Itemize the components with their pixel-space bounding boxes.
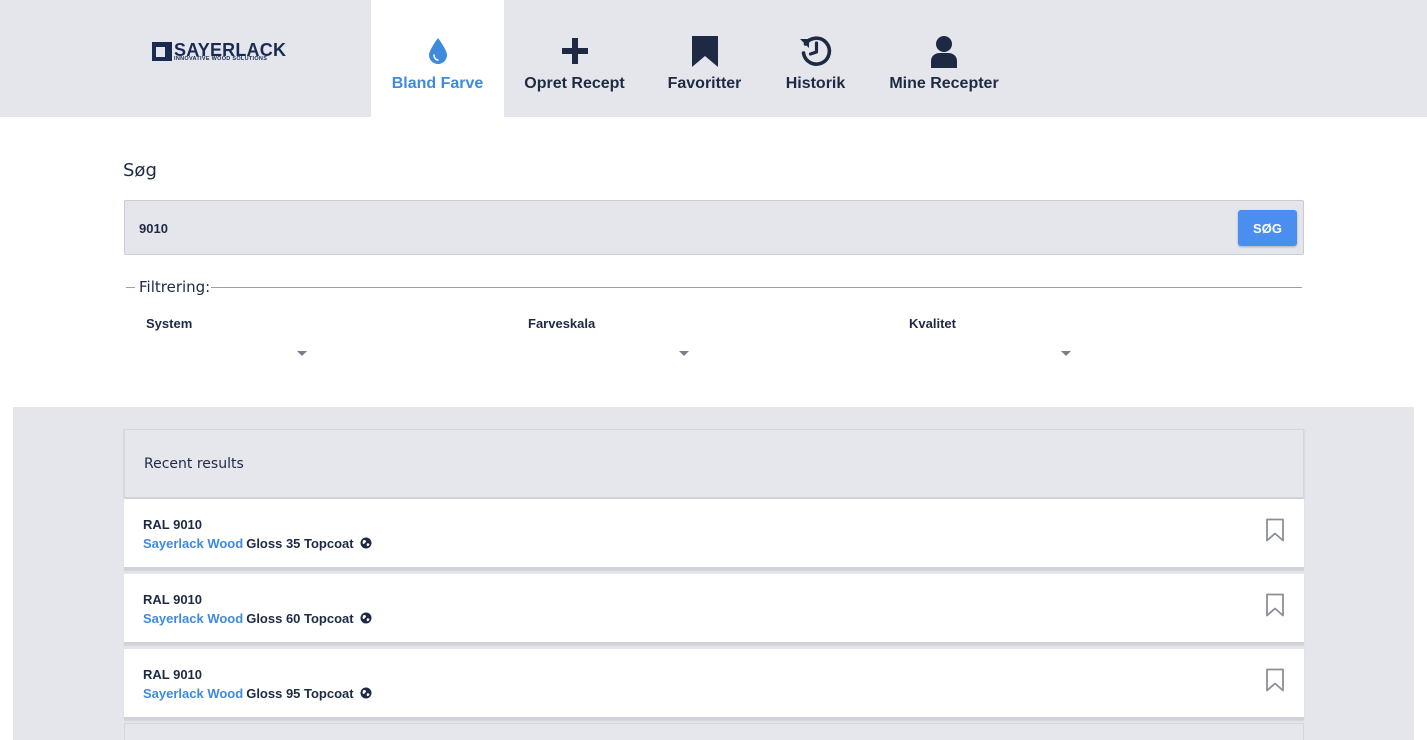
result-product: Gloss 60 Topcoat [246,611,354,626]
result-product: Gloss 35 Topcoat [246,536,354,551]
results-title: Recent results [144,456,244,472]
farveskala-select[interactable] [525,336,691,362]
filter-legend: Filtrering: [138,278,212,296]
search-button[interactable]: SØG [1238,210,1297,246]
tab-label: Historik [785,75,846,92]
result-product-line: Sayerlack Wood Gloss 60 Topcoat [143,611,372,626]
result-color-code: RAL 9010 [143,592,203,607]
tab-bland-farve[interactable]: Bland Farve [371,0,504,117]
tab-label: Bland Farve [391,75,484,92]
caret-down-icon [297,351,307,356]
filter-divider [126,287,135,288]
result-brand: Sayerlack Wood [143,686,244,701]
logo-mark-icon [152,42,172,61]
search-input[interactable] [139,218,1039,238]
caret-down-icon [679,351,689,356]
tab-opret-recept[interactable]: Opret Recept [516,0,633,117]
result-product-line: Sayerlack Wood Gloss 95 Topcoat [143,686,372,701]
bookmark-outline-icon[interactable] [1265,668,1285,692]
logo-tagline: INNOVATIVE WOOD SOLUTIONS [174,56,268,62]
plus-icon [561,38,588,64]
results-header: Recent results [124,429,1304,498]
result-product: Gloss 95 Topcoat [246,686,354,701]
globe-icon [360,612,372,624]
tab-label: Mine Recepter [889,75,999,92]
search-box: SØG [124,200,1304,255]
filter-divider [210,287,1302,288]
filter-label-kvalitet: Kvalitet [909,316,956,331]
result-brand: Sayerlack Wood [143,611,244,626]
tab-label: Opret Recept [524,75,625,92]
tab-favoritter[interactable]: Favoritter [660,0,749,117]
kvalitet-select[interactable] [907,336,1073,362]
bookmark-outline-icon[interactable] [1265,518,1285,542]
tab-mine-recepter[interactable]: Mine Recepter [882,0,1006,117]
top-header: SAYERLACK INNOVATIVE WOOD SOLUTIONS Blan… [0,0,1427,117]
filter-label-farveskala: Farveskala [528,316,596,331]
result-color-code: RAL 9010 [143,517,203,532]
drop-icon [428,38,447,64]
tab-historik[interactable]: Historik [780,0,851,117]
bookmark-icon [691,36,718,67]
result-brand: Sayerlack Wood [143,536,244,551]
search-title: Søg [123,160,157,181]
results-footer-card [124,723,1304,740]
tab-label: Favoritter [667,75,742,92]
system-select[interactable] [143,336,309,362]
result-row[interactable]: RAL 9010 Sayerlack Wood Gloss 35 Topcoat [124,499,1304,570]
result-row[interactable]: RAL 9010 Sayerlack Wood Gloss 60 Topcoat [124,574,1304,645]
sayerlack-logo[interactable]: SAYERLACK INNOVATIVE WOOD SOLUTIONS [152,40,308,65]
result-product-line: Sayerlack Wood Gloss 35 Topcoat [143,536,372,551]
user-icon [931,36,957,68]
result-row[interactable]: RAL 9010 Sayerlack Wood Gloss 95 Topcoat [124,649,1304,720]
result-color-code: RAL 9010 [143,667,203,682]
bookmark-outline-icon[interactable] [1265,593,1285,617]
globe-icon [360,687,372,699]
filter-label-system: System [146,316,193,331]
history-icon [799,36,831,66]
caret-down-icon [1061,351,1071,356]
globe-icon [360,537,372,549]
